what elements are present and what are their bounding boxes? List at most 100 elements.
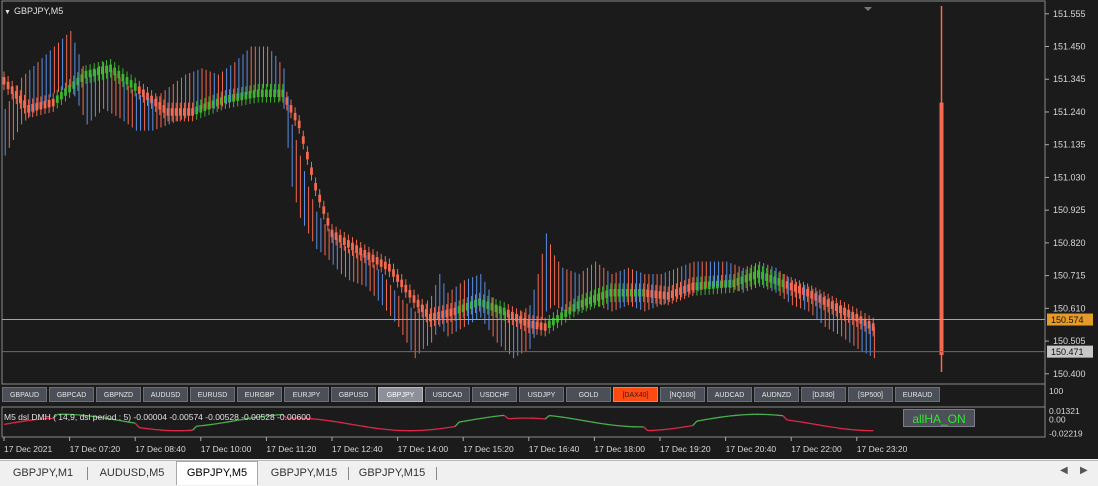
trend-bar: [269, 90, 272, 97]
indicator-segment: [455, 422, 459, 426]
tab-gbpjpy-m1[interactable]: GBPJPY,M1: [4, 463, 82, 483]
spike-body: [940, 103, 944, 355]
tab-gbpjpy-m15[interactable]: GBPJPY,M15: [262, 463, 346, 483]
indicator-segment: [139, 428, 143, 429]
trend-bar: [384, 262, 387, 269]
symbol-button-dji30[interactable]: [DJI30]: [801, 387, 846, 402]
indicator-segment: [832, 427, 836, 428]
trend-bar: [257, 90, 260, 97]
time-tick-label: 17 Dec 2021: [4, 444, 52, 454]
symbol-button-gbpusd[interactable]: GBPUSD: [331, 387, 376, 402]
indicator-segment: [476, 419, 480, 420]
trend-bar: [290, 105, 293, 112]
price-tick-label: 151.135: [1053, 140, 1086, 150]
symbol-button-audcad[interactable]: AUDCAD: [707, 387, 752, 402]
trend-bar: [142, 90, 145, 97]
indicator-segment: [594, 422, 598, 423]
trend-bar: [372, 255, 375, 262]
trend-bar: [392, 269, 395, 276]
symbol-button-nq100[interactable]: [NQ100]: [660, 387, 705, 402]
indicator-segment: [685, 426, 689, 427]
trend-bar: [52, 99, 55, 106]
time-tick-label: 17 Dec 19:20: [660, 444, 711, 454]
shift-marker-icon: [864, 7, 872, 11]
indicator-segment: [836, 428, 840, 429]
tab-gbpjpy-m5[interactable]: GBPJPY,M5: [176, 461, 258, 485]
indicator-segment: [357, 425, 361, 426]
indicator-segment: [361, 426, 365, 427]
trend-bar: [318, 195, 321, 202]
trend-bar: [347, 240, 350, 247]
price-tick-label: 150.925: [1053, 205, 1086, 215]
time-tick-label: 17 Dec 08:40: [135, 444, 186, 454]
price-tick-label: 151.450: [1053, 42, 1086, 52]
tab-gbpjpy-m15-2[interactable]: GBPJPY,M15: [352, 463, 432, 483]
symbol-button-gbpnzd[interactable]: GBPNZD: [96, 387, 141, 402]
indicator-segment: [369, 427, 373, 428]
indicator-segment: [463, 421, 467, 422]
indicator-segment: [562, 417, 566, 418]
trend-bar: [85, 71, 88, 78]
indicator-segment: [590, 422, 594, 423]
indicator-axis-label: 100: [1049, 386, 1063, 396]
indicator-segment: [709, 418, 713, 419]
symbol-button-gbpaud[interactable]: GBPAUD: [2, 387, 47, 402]
trend-bar: [368, 252, 371, 259]
tab-audusd-m5[interactable]: AUDUSD,M5: [92, 463, 172, 483]
trend-bar: [388, 264, 391, 271]
symbol-button-audusd[interactable]: AUDUSD: [143, 387, 188, 402]
scroll-left-icon[interactable]: ◀: [1060, 465, 1068, 476]
indicator-segment: [566, 418, 570, 419]
main-chart-frame: [2, 1, 1045, 384]
indicator-segment: [545, 416, 549, 419]
allha-toggle-button[interactable]: allHA_ON: [903, 409, 975, 427]
indicator-segment: [217, 423, 221, 424]
trend-bar: [48, 100, 51, 107]
symbol-button-usdcad[interactable]: USDCAD: [425, 387, 470, 402]
trend-bar: [548, 321, 551, 328]
chart-window[interactable]: 151.555151.450151.345151.240151.135151.0…: [0, 0, 1098, 459]
trend-bar: [126, 77, 129, 84]
price-tick-label: 150.820: [1053, 238, 1086, 248]
symbol-button-eurusd[interactable]: EURUSD: [190, 387, 235, 402]
scroll-right-icon[interactable]: ▶: [1080, 465, 1088, 476]
symbol-button-gbpcad[interactable]: GBPCAD: [49, 387, 94, 402]
trend-bar: [11, 86, 14, 93]
symbol-button-eurgbp[interactable]: EURGBP: [237, 387, 282, 402]
indicator-segment: [365, 427, 369, 428]
indicator-segment: [471, 419, 475, 420]
trend-bar: [400, 280, 403, 287]
symbol-button-sp500[interactable]: [SP500]: [848, 387, 893, 402]
symbol-button-gbpjpy[interactable]: GBPJPY: [378, 387, 423, 402]
indicator-segment: [697, 420, 701, 421]
trend-bar: [306, 152, 309, 159]
bid-price-label: 150.471: [1051, 347, 1084, 357]
indicator-segment: [467, 420, 471, 421]
indicator-segment: [135, 423, 139, 427]
indicator-segment: [586, 421, 590, 422]
symbol-button-usdchf[interactable]: USDCHF: [472, 387, 517, 402]
trend-bar: [3, 77, 6, 84]
indicator-axis-label: 0.00: [1049, 414, 1066, 424]
trend-bar: [294, 113, 297, 120]
dropdown-triangle-icon[interactable]: ▼: [4, 9, 11, 16]
trend-bar: [130, 80, 133, 87]
symbol-button-euraud[interactable]: EURAUD: [895, 387, 940, 402]
trend-bar: [265, 90, 268, 97]
indicator-segment: [459, 421, 463, 422]
trend-bar: [339, 235, 342, 242]
tab-separator: [348, 467, 349, 480]
symbol-button-gold[interactable]: GOLD: [566, 387, 611, 402]
indicator-segment: [607, 424, 611, 425]
trend-bar: [327, 218, 330, 225]
symbol-button-audnzd[interactable]: AUDNZD: [754, 387, 799, 402]
indicator-segment: [840, 428, 844, 429]
trend-bar: [417, 300, 420, 307]
trend-bar: [376, 257, 379, 264]
price-tick-label: 151.555: [1053, 9, 1086, 19]
symbol-button-dax40[interactable]: [DAX40]: [613, 387, 658, 402]
indicator-segment: [484, 417, 488, 418]
symbol-button-eurjpy[interactable]: EURJPY: [284, 387, 329, 402]
symbol-button-usdjpy[interactable]: USDJPY: [519, 387, 564, 402]
time-axis: 17 Dec 202117 Dec 07:2017 Dec 08:4017 De…: [4, 437, 908, 454]
